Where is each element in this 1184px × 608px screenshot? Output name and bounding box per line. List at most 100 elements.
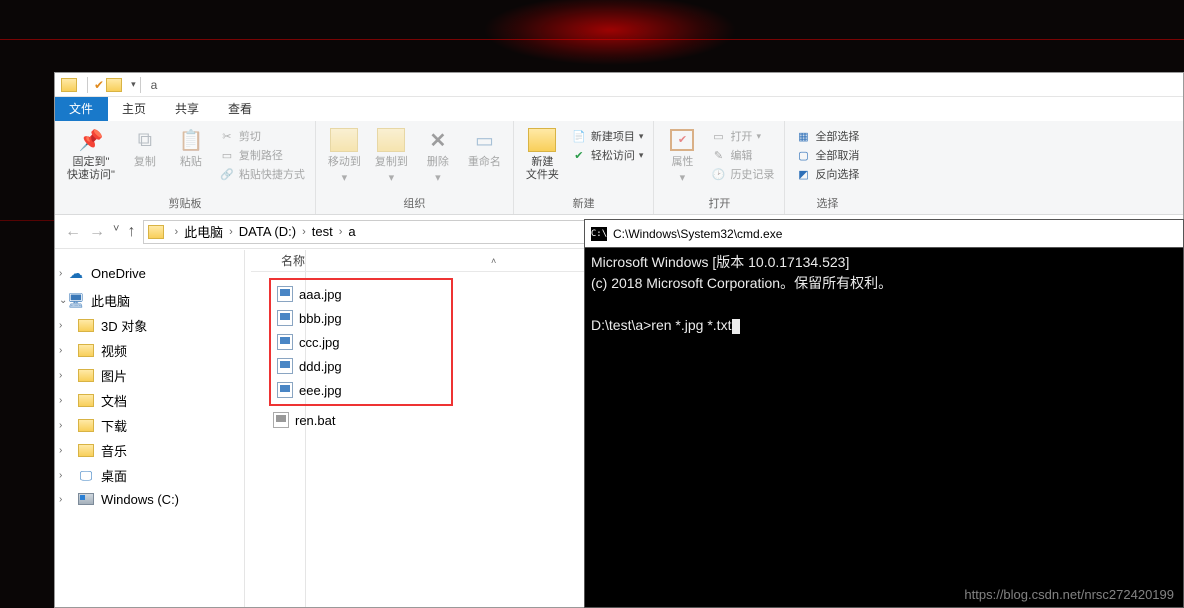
recent-dropdown[interactable]: ˅ bbox=[113, 223, 119, 241]
open-button[interactable]: ▭打开 ▾ bbox=[706, 127, 778, 145]
column-header-name[interactable]: 名称 bbox=[281, 252, 431, 269]
sort-indicator-icon: ˄ bbox=[491, 256, 496, 266]
image-file-icon bbox=[277, 358, 293, 374]
qat-dropdown-icon[interactable]: ▾ bbox=[131, 79, 136, 90]
chevron-right-icon[interactable]: › bbox=[59, 268, 62, 279]
selectnone-button[interactable]: ▢全部取消 bbox=[791, 146, 863, 164]
desktop-icon: 🖵 bbox=[77, 468, 95, 484]
chevron-right-icon[interactable]: › bbox=[59, 320, 62, 331]
copy-icon: ⧉ bbox=[131, 127, 159, 153]
easyaccess-button[interactable]: ✔轻松访问 ▾ bbox=[567, 146, 648, 164]
folder-icon bbox=[78, 394, 94, 407]
rename-button[interactable]: ▭重命名 bbox=[462, 125, 507, 171]
chevron-right-icon[interactable]: › bbox=[59, 395, 62, 406]
delete-button[interactable]: ✕删除▾ bbox=[416, 125, 460, 187]
sidebar-item-onedrive[interactable]: ›☁OneDrive bbox=[55, 262, 244, 284]
chevron-right-icon[interactable]: › bbox=[170, 226, 182, 238]
properties-icon: ✔ bbox=[668, 127, 696, 153]
paste-icon: 📋 bbox=[177, 127, 205, 153]
image-file-icon bbox=[277, 286, 293, 302]
back-button[interactable]: ← bbox=[65, 223, 81, 241]
file-row[interactable]: ddd.jpg bbox=[273, 354, 447, 378]
delete-icon: ✕ bbox=[424, 127, 452, 153]
pc-icon: 🖥 bbox=[67, 293, 85, 309]
group-label: 打开 bbox=[660, 193, 778, 213]
selectall-button[interactable]: ▦全部选择 bbox=[791, 127, 863, 145]
ribbon-group-organize: 移动到▾ 复制到▾ ✕删除▾ ▭重命名 组织 bbox=[316, 121, 514, 214]
invert-button[interactable]: ◩反向选择 bbox=[791, 165, 863, 183]
pastelink-button[interactable]: 🔗粘贴快捷方式 bbox=[215, 165, 309, 183]
sidebar-item-drive-c[interactable]: ›Windows (C:) bbox=[55, 488, 244, 510]
folder-icon[interactable] bbox=[106, 78, 122, 92]
copy-button[interactable]: ⧉ 复制 bbox=[123, 125, 167, 171]
copypath-button[interactable]: ▭复制路径 bbox=[215, 146, 309, 164]
edit-button[interactable]: ✎编辑 bbox=[706, 146, 778, 164]
chevron-right-icon[interactable]: › bbox=[335, 226, 347, 238]
sidebar-item-downloads[interactable]: ›下载 bbox=[55, 413, 244, 438]
tab-view[interactable]: 查看 bbox=[214, 97, 267, 121]
sidebar-item-pictures[interactable]: ›图片 bbox=[55, 363, 244, 388]
crumb-test[interactable]: test bbox=[310, 224, 335, 239]
chevron-right-icon[interactable]: › bbox=[225, 226, 237, 238]
pin-icon: 📌 bbox=[77, 127, 105, 153]
newitem-button[interactable]: 📄新建项目 ▾ bbox=[567, 127, 648, 145]
file-row[interactable]: ccc.jpg bbox=[273, 330, 447, 354]
cut-button[interactable]: ✂剪切 bbox=[215, 127, 309, 145]
newfolder-button[interactable]: 新建 文件夹 bbox=[520, 125, 565, 184]
invert-icon: ◩ bbox=[795, 166, 811, 182]
crumb-a[interactable]: a bbox=[346, 224, 357, 239]
copyto-button[interactable]: 复制到▾ bbox=[369, 125, 414, 187]
folder-icon bbox=[78, 419, 94, 432]
sidebar-item-thispc[interactable]: ⌄🖥此电脑 bbox=[55, 288, 244, 313]
properties-button[interactable]: ✔属性▾ bbox=[660, 125, 704, 187]
moveto-icon bbox=[330, 127, 358, 153]
chevron-down-icon[interactable]: ⌄ bbox=[59, 295, 67, 306]
ribbon-group-select: ▦全部选择 ▢全部取消 ◩反向选择 选择 bbox=[785, 121, 869, 214]
cut-icon: ✂ bbox=[219, 128, 235, 144]
sidebar-item-music[interactable]: ›音乐 bbox=[55, 438, 244, 463]
chevron-right-icon[interactable]: › bbox=[59, 370, 62, 381]
crumb-thispc[interactable]: 此电脑 bbox=[182, 222, 225, 241]
cmd-line: (c) 2018 Microsoft Corporation。保留所有权利。 bbox=[591, 275, 892, 291]
chevron-right-icon[interactable]: › bbox=[59, 345, 62, 356]
up-button[interactable]: ↑ bbox=[127, 223, 135, 241]
cmd-window: C:\ C:\Windows\System32\cmd.exe Microsof… bbox=[584, 219, 1184, 608]
file-row[interactable]: eee.jpg bbox=[273, 378, 447, 402]
history-button[interactable]: 🕑历史记录 bbox=[706, 165, 778, 183]
sidebar-item-desktop[interactable]: ›🖵桌面 bbox=[55, 463, 244, 488]
file-row[interactable]: aaa.jpg bbox=[273, 282, 447, 306]
sidebar-item-3d[interactable]: ›3D 对象 bbox=[55, 313, 244, 338]
moveto-button[interactable]: 移动到▾ bbox=[322, 125, 367, 187]
copypath-icon: ▭ bbox=[219, 147, 235, 163]
ribbon-group-open: ✔属性▾ ▭打开 ▾ ✎编辑 🕑历史记录 打开 bbox=[654, 121, 785, 214]
group-label: 新建 bbox=[520, 193, 648, 213]
tab-share[interactable]: 共享 bbox=[161, 97, 214, 121]
cmd-terminal[interactable]: Microsoft Windows [版本 10.0.17134.523] (c… bbox=[585, 248, 1183, 607]
ribbon: 📌 固定到" 快速访问" ⧉ 复制 📋 粘贴 ✂剪切 ▭复制路径 🔗粘贴快捷方式 bbox=[55, 121, 1183, 215]
history-icon: 🕑 bbox=[710, 166, 726, 182]
cmd-titlebar[interactable]: C:\ C:\Windows\System32\cmd.exe bbox=[585, 220, 1183, 248]
quick-access-toolbar: ✔ ▾ a bbox=[55, 73, 1183, 97]
sidebar-item-documents[interactable]: ›文档 bbox=[55, 388, 244, 413]
chevron-right-icon[interactable]: › bbox=[59, 470, 62, 481]
pin-button[interactable]: 📌 固定到" 快速访问" bbox=[61, 125, 121, 184]
highlight-box: aaa.jpg bbb.jpg ccc.jpg ddd.jpg eee.jpg bbox=[269, 278, 453, 406]
chevron-right-icon[interactable]: › bbox=[298, 226, 310, 238]
paste-button[interactable]: 📋 粘贴 bbox=[169, 125, 213, 171]
selectnone-icon: ▢ bbox=[795, 147, 811, 163]
newfolder-icon bbox=[528, 127, 556, 153]
cmd-line: D:\test\a>ren *.jpg *.txt bbox=[591, 317, 731, 333]
chevron-right-icon[interactable]: › bbox=[59, 420, 62, 431]
chevron-right-icon[interactable]: › bbox=[59, 445, 62, 456]
drive-icon bbox=[78, 493, 94, 505]
folder-icon bbox=[78, 344, 94, 357]
forward-button[interactable]: → bbox=[89, 223, 105, 241]
chevron-right-icon[interactable]: › bbox=[59, 494, 62, 505]
sidebar-item-videos[interactable]: ›视频 bbox=[55, 338, 244, 363]
file-row[interactable]: bbb.jpg bbox=[273, 306, 447, 330]
cloud-icon: ☁ bbox=[67, 265, 85, 281]
crumb-drive[interactable]: DATA (D:) bbox=[237, 224, 298, 239]
tab-file[interactable]: 文件 bbox=[55, 97, 108, 121]
check-icon[interactable]: ✔ bbox=[94, 78, 104, 92]
tab-home[interactable]: 主页 bbox=[108, 97, 161, 121]
